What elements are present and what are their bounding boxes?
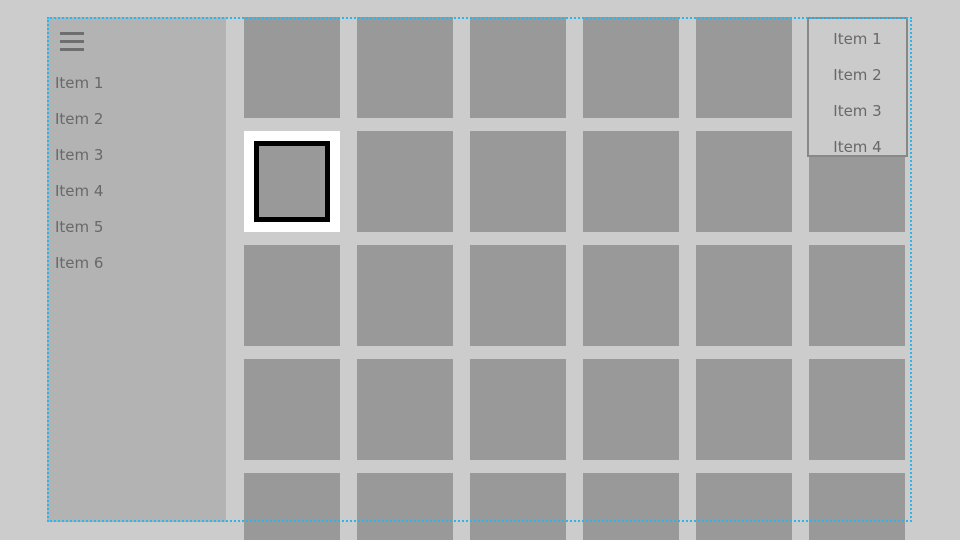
dropdown-item-3[interactable]: Item 3 <box>809 93 906 129</box>
hamburger-bar-bottom <box>60 47 84 51</box>
sidebar-item-label: Item 2 <box>55 110 104 128</box>
sidebar-item-1[interactable]: Item 1 <box>47 65 226 101</box>
tile[interactable] <box>696 359 792 460</box>
tile[interactable] <box>583 245 679 346</box>
tile[interactable] <box>470 359 566 460</box>
tile[interactable] <box>470 473 566 540</box>
tile[interactable] <box>696 473 792 540</box>
sidebar-item-label: Item 6 <box>55 254 104 272</box>
sidebar-item-4[interactable]: Item 4 <box>47 173 226 209</box>
tile[interactable] <box>357 245 453 346</box>
tile[interactable] <box>470 245 566 346</box>
sidebar-item-6[interactable]: Item 6 <box>47 245 226 281</box>
sidebar-item-3[interactable]: Item 3 <box>47 137 226 173</box>
sidebar-item-2[interactable]: Item 2 <box>47 101 226 137</box>
hamburger-bar-middle <box>60 39 84 43</box>
dropdown-item-list: Item 1 Item 2 Item 3 Item 4 <box>809 19 906 165</box>
sidebar-item-label: Item 5 <box>55 218 104 236</box>
tile[interactable] <box>696 245 792 346</box>
sidebar-item-list: Item 1 Item 2 Item 3 Item 4 Item 5 Item … <box>47 65 226 281</box>
tile[interactable] <box>583 131 679 232</box>
dropdown-item-label: Item 2 <box>833 66 882 84</box>
dropdown-item-1[interactable]: Item 1 <box>809 21 906 57</box>
tile[interactable] <box>244 473 340 540</box>
tile-selection-border <box>254 141 330 222</box>
dropdown-item-label: Item 1 <box>833 30 882 48</box>
tile[interactable] <box>583 359 679 460</box>
tile[interactable] <box>244 245 340 346</box>
dropdown-item-4[interactable]: Item 4 <box>809 129 906 165</box>
page-root: Item 1 Item 2 Item 3 Item 4 Item 5 Item … <box>0 0 960 540</box>
dropdown-panel[interactable]: Item 1 Item 2 Item 3 Item 4 <box>807 17 908 157</box>
dropdown-item-label: Item 3 <box>833 102 882 120</box>
tile[interactable] <box>809 245 905 346</box>
tile[interactable] <box>357 473 453 540</box>
sidebar-item-label: Item 3 <box>55 146 104 164</box>
tile[interactable] <box>696 17 792 118</box>
tile[interactable] <box>470 17 566 118</box>
tile[interactable] <box>809 359 905 460</box>
tile[interactable] <box>244 17 340 118</box>
sidebar-item-5[interactable]: Item 5 <box>47 209 226 245</box>
tile[interactable] <box>357 359 453 460</box>
tile[interactable] <box>583 17 679 118</box>
tile[interactable] <box>470 131 566 232</box>
dropdown-item-2[interactable]: Item 2 <box>809 57 906 93</box>
sidebar-item-label: Item 1 <box>55 74 104 92</box>
tile[interactable] <box>357 131 453 232</box>
sidebar: Item 1 Item 2 Item 3 Item 4 Item 5 Item … <box>47 17 226 522</box>
tile[interactable] <box>809 473 905 540</box>
sidebar-item-label: Item 4 <box>55 182 104 200</box>
dropdown-item-label: Item 4 <box>833 138 882 156</box>
hamburger-menu-icon[interactable] <box>56 27 88 55</box>
tile[interactable] <box>357 17 453 118</box>
tile[interactable] <box>696 131 792 232</box>
tile[interactable] <box>583 473 679 540</box>
hamburger-bar-top <box>60 31 84 35</box>
tile[interactable] <box>244 359 340 460</box>
tile-selected[interactable] <box>244 131 340 232</box>
